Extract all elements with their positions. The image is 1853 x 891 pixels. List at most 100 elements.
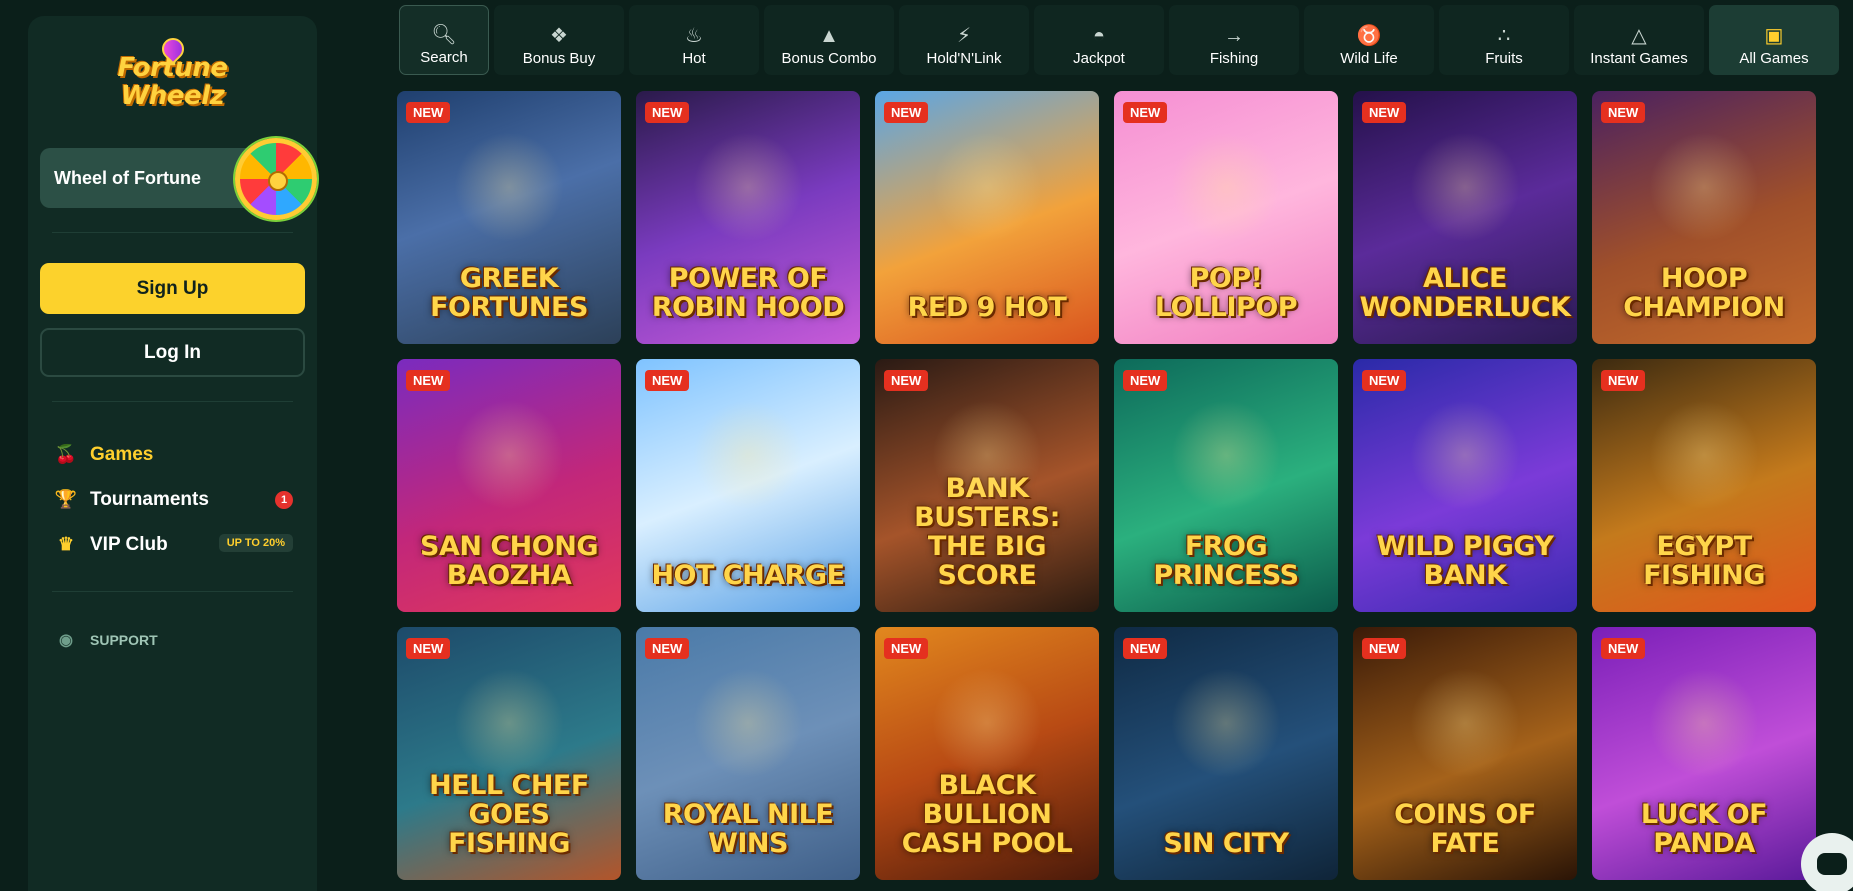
tab-label: Jackpot — [1073, 50, 1125, 67]
live-chat-button[interactable] — [1801, 833, 1853, 891]
game-title: Black Bullion Cash Pool — [901, 770, 1073, 859]
sidebar-nav: 🍒 Games 🏆 Tournaments 1 ♛ VIP Club UP TO… — [40, 432, 305, 567]
game-title: Power of Robin Hood — [651, 263, 845, 323]
game-artwork — [454, 668, 564, 779]
new-badge: NEW — [1123, 370, 1168, 391]
fish-icon: → — [1224, 25, 1244, 47]
game-grid: NEW Greek Fortunes NEW Power of Robin Hood N… — [397, 91, 1816, 880]
game-artwork — [1649, 400, 1759, 511]
game-title: Royal Nile Wins — [662, 799, 834, 859]
new-badge: NEW — [1123, 102, 1168, 123]
tab-label: Bonus Buy — [522, 50, 596, 67]
tab-instant-games[interactable]: △ Instant Games — [1574, 5, 1704, 75]
game-tile[interactable]: NEW Red 9 Hot — [875, 91, 1099, 344]
tab-search[interactable]: 🔍︎ Search — [399, 5, 489, 75]
game-title: Egypt Fishing — [1643, 531, 1765, 591]
tab-fishing[interactable]: → Fishing — [1169, 5, 1299, 75]
crown-icon: ♛ — [57, 534, 75, 554]
sidebar-item-games[interactable]: 🍒 Games — [54, 432, 305, 477]
tab-fruits[interactable]: ∴ Fruits — [1439, 5, 1569, 75]
game-tile[interactable]: NEWBank Busters: The Big Score — [875, 359, 1099, 612]
chat-icon — [1817, 853, 1847, 875]
game-artwork — [454, 132, 564, 243]
game-title: Alice WonderLuck — [1359, 263, 1571, 323]
jackpot-icon: ◓ — [1092, 25, 1106, 47]
support-link[interactable]: ◉ SUPPORT — [40, 628, 305, 652]
tab-label: Fishing — [1209, 50, 1259, 67]
new-badge: NEW — [884, 370, 929, 391]
game-title: Greek Fortunes — [430, 263, 588, 323]
tab-bonus-buy[interactable]: ❖ Bonus Buy — [494, 5, 624, 75]
vip-tag: UP TO 20% — [218, 534, 293, 552]
game-tile[interactable]: NEW Pop! Lollipop — [1114, 91, 1338, 344]
sidebar-item-vip-club[interactable]: ♛ VIP Club UP TO 20% — [54, 522, 305, 567]
game-artwork — [1410, 668, 1520, 779]
tab-label: Hot — [682, 50, 706, 67]
category-tabs: 🔍︎ Search ❖ Bonus Buy ♨ Hot ▲ Bonus Comb… — [399, 5, 1839, 75]
game-tile[interactable]: NEW Black Bullion Cash Pool — [875, 627, 1099, 880]
tab-jackpot[interactable]: ◓ Jackpot — [1034, 5, 1164, 75]
game-tile[interactable]: NEW Luck of Panda — [1592, 627, 1816, 880]
new-badge: NEW — [1601, 638, 1646, 659]
slot-machine-icon: ▣ — [1764, 25, 1784, 47]
game-tile[interactable]: NEW Egypt Fishing — [1592, 359, 1816, 612]
new-badge: NEW — [645, 638, 690, 659]
tab-label: Bonus Combo — [781, 50, 877, 67]
new-badge: NEW — [1601, 102, 1646, 123]
new-badge: NEW — [406, 370, 451, 391]
game-tile[interactable]: NEW Wild Piggy Bank — [1353, 359, 1577, 612]
game-title: Frog Princess — [1153, 531, 1299, 591]
tab-label: All Games — [1739, 50, 1809, 67]
game-tile[interactable]: NEW Coins of Fate — [1353, 627, 1577, 880]
tab-label: Search — [420, 49, 468, 66]
game-title: Hoop Champion — [1623, 263, 1785, 323]
game-tile[interactable]: NEW Greek Fortunes — [397, 91, 621, 344]
headset-icon: ◉ — [59, 632, 73, 649]
new-badge: NEW — [1601, 370, 1646, 391]
game-tile[interactable]: NEW Power of Robin Hood — [636, 91, 860, 344]
tab-all-games[interactable]: ▣ All Games — [1709, 5, 1839, 75]
game-title: Pop! Lollipop — [1154, 263, 1298, 323]
game-title: Sin City — [1163, 828, 1289, 859]
tab-bonus-combo[interactable]: ▲ Bonus Combo — [764, 5, 894, 75]
sidebar-item-tournaments[interactable]: 🏆 Tournaments 1 — [54, 477, 305, 522]
new-badge: NEW — [884, 102, 929, 123]
search-icon: 🔍︎ — [431, 24, 457, 46]
game-tile[interactable]: NEW Frog Princess — [1114, 359, 1338, 612]
gift-icon: ❖ — [550, 25, 568, 47]
wheel-of-fortune-card[interactable]: Wheel of Fortune — [40, 138, 317, 220]
money-bag-icon: ▲ — [819, 25, 839, 47]
game-tile[interactable]: NEW Royal Nile Wins — [636, 627, 860, 880]
log-in-button[interactable]: Log In — [40, 328, 305, 377]
sign-up-button[interactable]: Sign Up — [40, 263, 305, 314]
divider — [52, 232, 293, 233]
tab-label: Instant Games — [1590, 50, 1688, 67]
casino-lobby: Fortune Wheelz Wheel of Fortune Sign Up … — [0, 0, 1853, 891]
bull-icon: ♉ — [1356, 25, 1382, 47]
brand-logo[interactable]: Fortune Wheelz — [40, 33, 305, 138]
tab-label: Hold'N'Link — [926, 50, 1002, 67]
tab-hot[interactable]: ♨ Hot — [629, 5, 759, 75]
game-tile[interactable]: NEW Hot Charge — [636, 359, 860, 612]
game-title: Hot Charge — [651, 560, 845, 591]
game-artwork — [932, 400, 1042, 511]
game-artwork — [1410, 132, 1520, 243]
game-artwork — [693, 400, 803, 511]
game-title: San Chong Baozha — [420, 531, 598, 591]
game-artwork — [1171, 400, 1281, 511]
game-tile[interactable]: NEW Sin City — [1114, 627, 1338, 880]
sidebar-item-label: Games — [90, 443, 154, 465]
tab-hold-n-link[interactable]: ⚡︎ Hold'N'Link — [899, 5, 1029, 75]
game-artwork — [693, 668, 803, 779]
new-badge: NEW — [1362, 638, 1407, 659]
divider — [52, 401, 293, 402]
game-title: Wild Piggy Bank — [1376, 531, 1554, 591]
game-tile[interactable]: NEW Alice WonderLuck — [1353, 91, 1577, 344]
game-tile[interactable]: NEW San Chong Baozha — [397, 359, 621, 612]
new-badge: NEW — [645, 102, 690, 123]
game-tile[interactable]: NEW Hell Chef Goes Fishing — [397, 627, 621, 880]
game-title: Hell Chef Goes Fishing — [429, 770, 589, 859]
tab-wild-life[interactable]: ♉ Wild Life — [1304, 5, 1434, 75]
game-tile[interactable]: NEW Hoop Champion — [1592, 91, 1816, 344]
brand-line2: Wheelz — [120, 81, 225, 111]
